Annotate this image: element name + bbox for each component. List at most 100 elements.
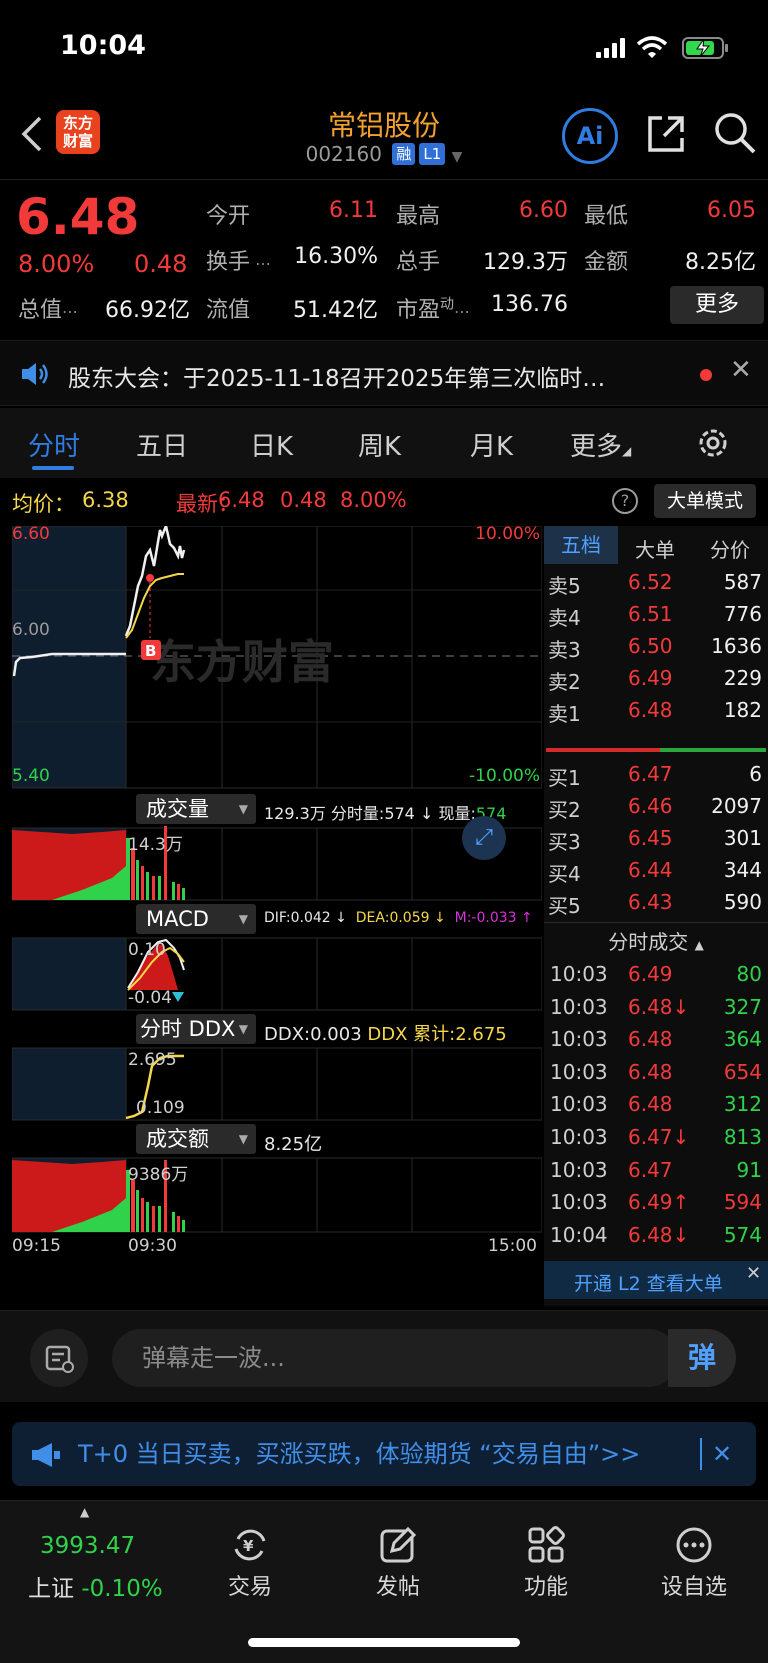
- ddx-indicator-selector[interactable]: 分时 DDX ▼: [136, 1014, 256, 1044]
- macd-scale-top: 0.10: [128, 940, 166, 960]
- tab-more[interactable]: 更多◢: [570, 426, 631, 463]
- share-icon[interactable]: [644, 112, 688, 156]
- tab-daily-k[interactable]: 日K: [250, 426, 293, 463]
- chevron-down-icon: ▼: [451, 149, 463, 165]
- volume-indicator-selector[interactable]: 成交量 ▼: [136, 794, 256, 824]
- trade-row: 10:03 6.49↑ 594: [544, 1188, 768, 1222]
- macd-indicator-selector[interactable]: MACD ▼: [136, 904, 256, 934]
- stock-code: 002160: [305, 142, 382, 166]
- bid-row-2: 买2 6.46 2097: [548, 794, 762, 822]
- avg-label: 均价：: [12, 492, 75, 516]
- pe-label: 市盈动⋯: [396, 296, 471, 323]
- watermark: 东方财富: [150, 635, 334, 689]
- danmu-input[interactable]: 弹幕走一波...: [112, 1329, 678, 1387]
- trade-row: 10:03 6.48↓ 327: [544, 993, 768, 1027]
- trade-price: 6.48↓: [628, 994, 690, 1019]
- trade-row: 10:03 6.47 91: [544, 1156, 768, 1190]
- tab-five-day[interactable]: 五日: [136, 426, 188, 463]
- buy-marker: B: [145, 642, 156, 660]
- trade-time: 10:03: [550, 994, 608, 1019]
- change-percent: 8.00%: [18, 250, 95, 278]
- danmu-send-button[interactable]: 弹: [668, 1329, 736, 1387]
- book-tab-big-orders[interactable]: 大单: [618, 534, 692, 563]
- promo-banner[interactable]: T+0 当日买卖，买涨买跌，体验期货 “交易自由”>> ✕: [12, 1422, 756, 1486]
- high-label: 最高: [396, 204, 441, 229]
- trade-price: 6.48: [628, 1027, 673, 1052]
- trade-time: 10:04: [550, 1222, 608, 1247]
- book-tab-price-dist[interactable]: 分价: [692, 534, 768, 563]
- latest-change: 0.48: [280, 488, 327, 512]
- ask-row-3: 卖3 6.50 1636: [548, 634, 762, 662]
- avg-value: 6.38: [82, 488, 129, 512]
- speaker-icon: [22, 363, 48, 385]
- trade-icon: ¥: [234, 1529, 266, 1561]
- trade-row: 10:03 6.48 364: [544, 1025, 768, 1059]
- tab-weekly-k[interactable]: 周K: [358, 426, 401, 463]
- trade-volume: 80: [736, 962, 762, 986]
- quote-panel: 6.48 8.00% 0.48 今开 6.11 最高 6.60 最低 6.05 …: [0, 182, 768, 332]
- expand-icon[interactable]: ⤢: [462, 816, 506, 860]
- margin-tag: 融: [392, 143, 416, 165]
- macd-header: DIF:0.042 ↓ DEA:0.059 ↓ M:-0.033 ↑: [264, 910, 533, 926]
- home-indicator: [248, 1638, 520, 1647]
- unread-dot: [700, 369, 712, 381]
- settings-gear-icon[interactable]: [696, 426, 730, 460]
- volume-value: 129.3万: [483, 250, 568, 275]
- danmu-settings-icon[interactable]: [30, 1329, 88, 1387]
- float-label: 流值: [206, 298, 251, 323]
- notice-bar[interactable]: 股东大会：于2025-11-18召开2025年第三次临时… ✕: [0, 340, 768, 406]
- book-tab-five-levels[interactable]: 五档: [544, 526, 618, 564]
- bid-row-3: 买3 6.45 301: [548, 826, 762, 854]
- close-icon[interactable]: ✕: [746, 1263, 761, 1284]
- close-icon[interactable]: ✕: [730, 355, 752, 385]
- battery-charging-icon: [682, 37, 728, 59]
- tab-intraday[interactable]: 分时: [28, 426, 80, 463]
- trade-volume: 91: [736, 1157, 762, 1182]
- more-button[interactable]: 更多: [670, 286, 764, 324]
- trade-volume: 312: [723, 1092, 762, 1117]
- price-axis-bottom: 5.40: [12, 766, 50, 786]
- chart-tabs: 分时 五日 日K 周K 月K 更多◢: [0, 408, 768, 478]
- index-value[interactable]: 3993.47: [40, 1533, 135, 1559]
- nav-add-watchlist[interactable]: 设自选: [644, 1521, 744, 1661]
- trade-price: 6.48↓: [628, 1222, 690, 1247]
- amount-scale: 9386万: [128, 1165, 189, 1185]
- volume-label: 总手: [396, 250, 441, 275]
- index-name-chg[interactable]: 上证 -0.10%: [28, 1569, 163, 1603]
- amount-value: 8.25亿: [685, 250, 756, 275]
- trade-price: 6.49: [628, 962, 673, 986]
- intraday-chart[interactable]: 东方财富 B 6.60 6.00 5.40 10.00% -10.00% 成交量…: [12, 524, 542, 1310]
- help-icon[interactable]: ?: [612, 488, 638, 514]
- search-icon[interactable]: [712, 110, 758, 156]
- open-value: 6.11: [329, 198, 378, 223]
- price-info-bar: 均价： 6.38 最新： 6.48 0.48 8.00% ? 大单模式: [0, 482, 768, 522]
- pct-axis-bottom: -10.00%: [469, 766, 540, 786]
- ddx-scale-bottom: 0.109: [136, 1098, 185, 1118]
- bid-row-4: 买4 6.44 344: [548, 858, 762, 886]
- trade-volume: 327: [723, 994, 762, 1019]
- price-axis-top: 6.60: [12, 524, 50, 544]
- status-bar: 10:04: [0, 0, 768, 96]
- ask-row-4: 卖4 6.51 776: [548, 602, 762, 630]
- trade-price: 6.48: [628, 1059, 673, 1084]
- trade-price: 6.47↓: [628, 1125, 690, 1149]
- time-axis-open: 09:30: [128, 1236, 177, 1256]
- mktcap-value: 66.92亿: [105, 298, 190, 323]
- trade-price: 6.49↑: [628, 1190, 690, 1215]
- wifi-icon: [636, 36, 668, 58]
- megaphone-icon: [32, 1443, 60, 1467]
- trades-header[interactable]: 分时成交 ▲: [544, 926, 768, 955]
- big-order-mode-button[interactable]: 大单模式: [654, 484, 756, 518]
- ai-button[interactable]: Ai: [562, 108, 618, 164]
- nav-functions-label: 功能: [523, 1575, 568, 1600]
- amount-indicator-selector[interactable]: 成交额 ▼: [136, 1124, 256, 1154]
- active-tab-indicator: [32, 466, 74, 470]
- trade-row: 10:04 6.48↓ 574: [544, 1221, 768, 1255]
- trade-time: 10:03: [550, 1092, 608, 1117]
- l2-upgrade-banner[interactable]: 开通 L2 查看大单 ✕: [544, 1261, 768, 1299]
- trade-volume: 574: [723, 1222, 762, 1247]
- trade-row: 10:03 6.48 312: [544, 1090, 768, 1124]
- high-value: 6.60: [519, 198, 568, 223]
- tab-monthly-k[interactable]: 月K: [470, 426, 513, 463]
- close-icon[interactable]: ✕: [712, 1422, 732, 1486]
